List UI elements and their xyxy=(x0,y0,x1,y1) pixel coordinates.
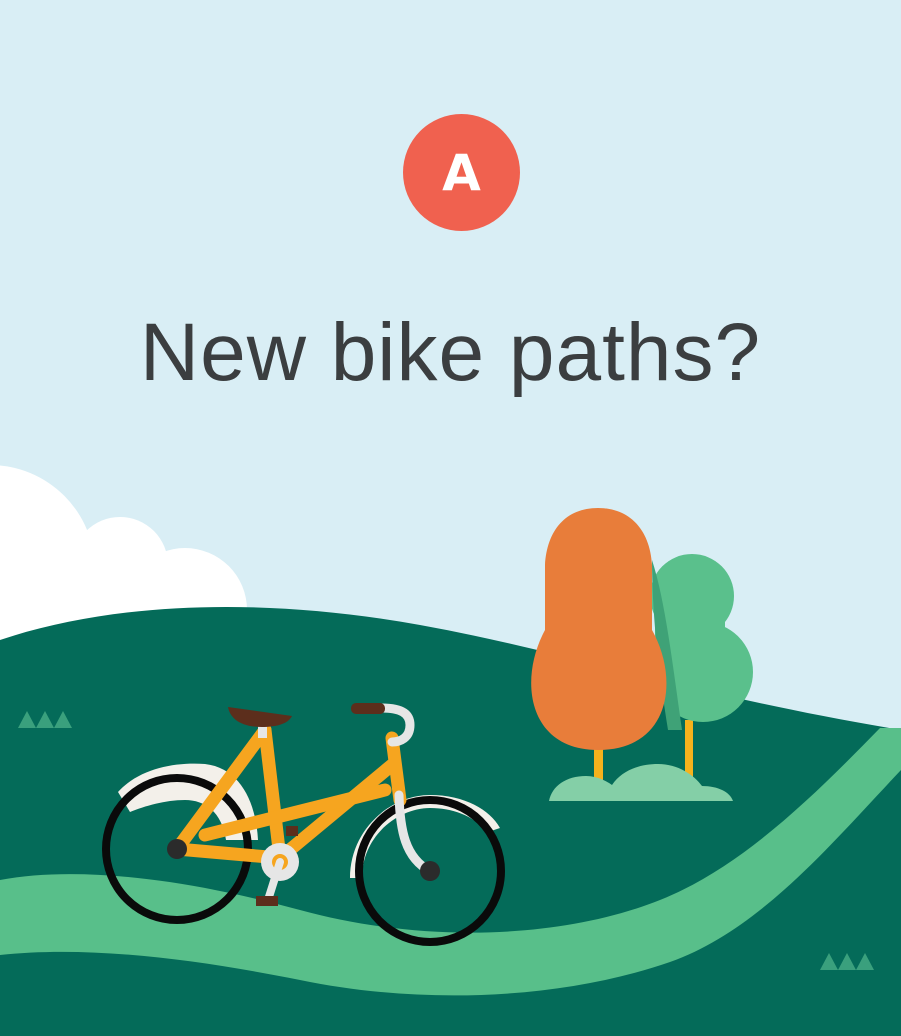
option-badge: A xyxy=(403,114,520,231)
survey-card: A New bike paths? xyxy=(0,0,901,1036)
grass-tuft-icon xyxy=(820,953,874,970)
grass-tuft-icon xyxy=(18,711,72,728)
survey-question: New bike paths? xyxy=(139,307,762,398)
option-letter: A xyxy=(442,143,481,202)
